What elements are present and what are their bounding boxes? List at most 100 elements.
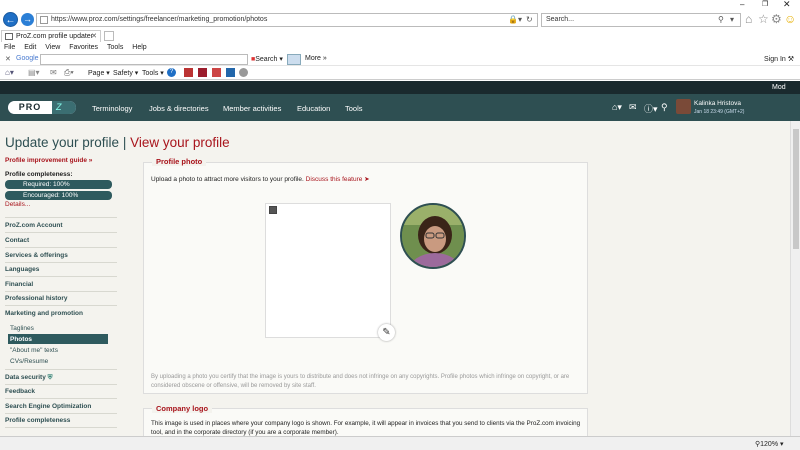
ext-icon-1[interactable] <box>184 68 193 77</box>
divider <box>5 413 117 414</box>
ext-icon-3[interactable] <box>212 68 221 77</box>
menu-help[interactable]: Help <box>132 44 146 51</box>
google-search-input[interactable] <box>40 54 248 65</box>
page-scrollbar[interactable] <box>790 121 800 436</box>
nav-terminology[interactable]: Terminology <box>92 104 132 113</box>
tab-strip: ProZ.com profile updater ✕ <box>0 30 800 42</box>
nav-education[interactable]: Education <box>297 104 330 113</box>
details-link[interactable]: Details... <box>5 201 30 208</box>
upload-image-icon[interactable] <box>269 206 277 214</box>
home-cmd-icon[interactable]: ⌂▾ <box>5 68 14 77</box>
search-icon[interactable]: ⚲ <box>718 15 724 24</box>
safety-menu-label: Safety <box>113 70 133 77</box>
sidebar-data-security[interactable]: Data security ⛨ <box>5 374 53 382</box>
address-bar-row: ← → https://www.proz.com/settings/freela… <box>0 10 800 30</box>
sidebar-feedback[interactable]: Feedback <box>5 388 35 395</box>
improvement-guide-link[interactable]: Profile improvement guide » <box>5 157 92 164</box>
user-name[interactable]: Kalinka Hristova <box>694 100 741 107</box>
edit-photo-button[interactable]: ✎ <box>378 324 395 341</box>
zoom-control[interactable]: ⚲120% ▾ <box>755 440 784 448</box>
refresh-icon[interactable]: ↻ <box>526 15 533 24</box>
close-icon[interactable]: ✕ <box>783 0 791 10</box>
menu-file[interactable]: File <box>4 44 15 51</box>
minimize-icon[interactable]: – <box>740 0 744 9</box>
divider <box>5 247 117 248</box>
google-search-button[interactable]: ■Search ▾ <box>251 55 283 63</box>
photo-disclaimer: By uploading a photo you certify that th… <box>151 374 570 389</box>
ext-icon-5[interactable] <box>239 68 248 77</box>
command-bar: ⌂▾ ▤▾ ✉ ⎙▾ Page ▾ Safety ▾ Tools ▾ ? <box>0 66 800 80</box>
nav-member-activities[interactable]: Member activities <box>223 104 281 113</box>
tab-profile-updater[interactable]: ProZ.com profile updater ✕ <box>1 30 101 42</box>
tab-favicon <box>5 33 13 40</box>
wrench-icon: ⚒ <box>787 56 795 63</box>
discuss-feature-label: Discuss this feature <box>305 176 363 183</box>
toolbar-close-icon[interactable]: ✕ <box>5 55 11 63</box>
toolbar-option-icon[interactable] <box>287 54 301 65</box>
scrollbar-thumb[interactable] <box>793 129 799 249</box>
print-icon[interactable]: ⎙▾ <box>64 68 74 78</box>
rss-icon[interactable]: ▤▾ <box>28 68 40 77</box>
sidebar-item-about-me[interactable]: "About me" texts <box>10 347 58 354</box>
site-home-icon[interactable]: ⌂▾ <box>612 102 622 113</box>
site-search-icon[interactable]: ⚲ <box>661 102 668 113</box>
required-progress: Required: 100% <box>5 180 112 189</box>
sidebar-item-cvs[interactable]: CVs/Resume <box>10 358 48 365</box>
sidebar-marketing[interactable]: Marketing and promotion <box>5 310 83 317</box>
safety-menu[interactable]: Safety ▾ <box>113 69 138 77</box>
more-button[interactable]: More » <box>305 55 327 62</box>
ext-icon-4[interactable] <box>226 68 235 77</box>
mod-label[interactable]: Mod <box>772 84 786 91</box>
sidebar-profile-completeness[interactable]: Profile completeness <box>5 417 70 424</box>
menu-edit[interactable]: Edit <box>24 44 36 51</box>
sidebar-seo[interactable]: Search Engine Optimization <box>5 403 91 410</box>
photo-upload-area[interactable] <box>265 203 391 338</box>
divider <box>5 384 117 385</box>
sidebar-services[interactable]: Services & offerings <box>5 252 68 259</box>
tools-menu[interactable]: Tools ▾ <box>142 69 164 77</box>
new-tab-button[interactable] <box>104 31 114 41</box>
sidebar-languages[interactable]: Languages <box>5 266 39 273</box>
divider <box>5 276 117 277</box>
tab-title: ProZ.com profile updater <box>16 33 94 40</box>
sidebar-proz-account[interactable]: ProZ.com Account <box>5 222 63 229</box>
user-avatar[interactable] <box>676 99 691 114</box>
page-title: Update your profile | View your profile <box>5 135 230 150</box>
signin-link[interactable]: Sign In ⚒ <box>764 55 794 63</box>
mail-icon[interactable]: ✉ <box>50 68 57 77</box>
forward-icon[interactable]: → <box>21 13 34 26</box>
site-help-icon[interactable]: ⓘ▾ <box>644 102 658 115</box>
tools-menu-label: Tools <box>142 70 159 77</box>
completeness-label: Profile completeness: <box>5 171 73 178</box>
discuss-feature-link[interactable]: Discuss this feature ➤ <box>306 176 370 183</box>
help-icon[interactable]: ? <box>167 68 176 77</box>
nav-tools[interactable]: Tools <box>345 104 363 113</box>
sidebar-contact[interactable]: Contact <box>5 237 29 244</box>
view-profile-link[interactable]: View your profile <box>130 135 230 150</box>
divider <box>5 262 117 263</box>
menu-tools[interactable]: Tools <box>107 44 123 51</box>
settings-icon[interactable]: ⚙ <box>771 12 782 26</box>
maximize-icon[interactable]: ❐ <box>762 0 768 8</box>
search-input[interactable]: Search... ⚲ ▾ <box>541 13 741 27</box>
url-input[interactable]: https://www.proz.com/settings/freelancer… <box>36 13 538 27</box>
smiley-icon[interactable]: ☺ <box>784 12 796 26</box>
back-icon[interactable]: ← <box>3 12 18 27</box>
sidebar-professional-history[interactable]: Professional history <box>5 295 68 302</box>
encouraged-progress: Encouraged: 100% <box>5 191 112 200</box>
page-menu[interactable]: Page ▾ <box>88 69 110 77</box>
pencil-icon: ✎ <box>382 327 391 338</box>
search-dropdown-icon[interactable]: ▾ <box>730 15 734 24</box>
site-mail-icon[interactable]: ✉ <box>629 102 637 113</box>
favorites-icon[interactable]: ☆ <box>758 12 769 26</box>
nav-jobs[interactable]: Jobs & directories <box>149 104 209 113</box>
menu-favorites[interactable]: Favorites <box>69 44 98 51</box>
tab-close-icon[interactable]: ✕ <box>91 32 97 40</box>
home-icon[interactable]: ⌂ <box>745 12 752 26</box>
sidebar-item-taglines[interactable]: Taglines <box>10 325 34 332</box>
proz-logo[interactable]: PRO Z <box>8 101 76 114</box>
sidebar-financial[interactable]: Financial <box>5 281 33 288</box>
cert-dropdown-icon[interactable]: ▾ <box>518 15 522 24</box>
menu-view[interactable]: View <box>45 44 60 51</box>
ext-icon-2[interactable] <box>198 68 207 77</box>
